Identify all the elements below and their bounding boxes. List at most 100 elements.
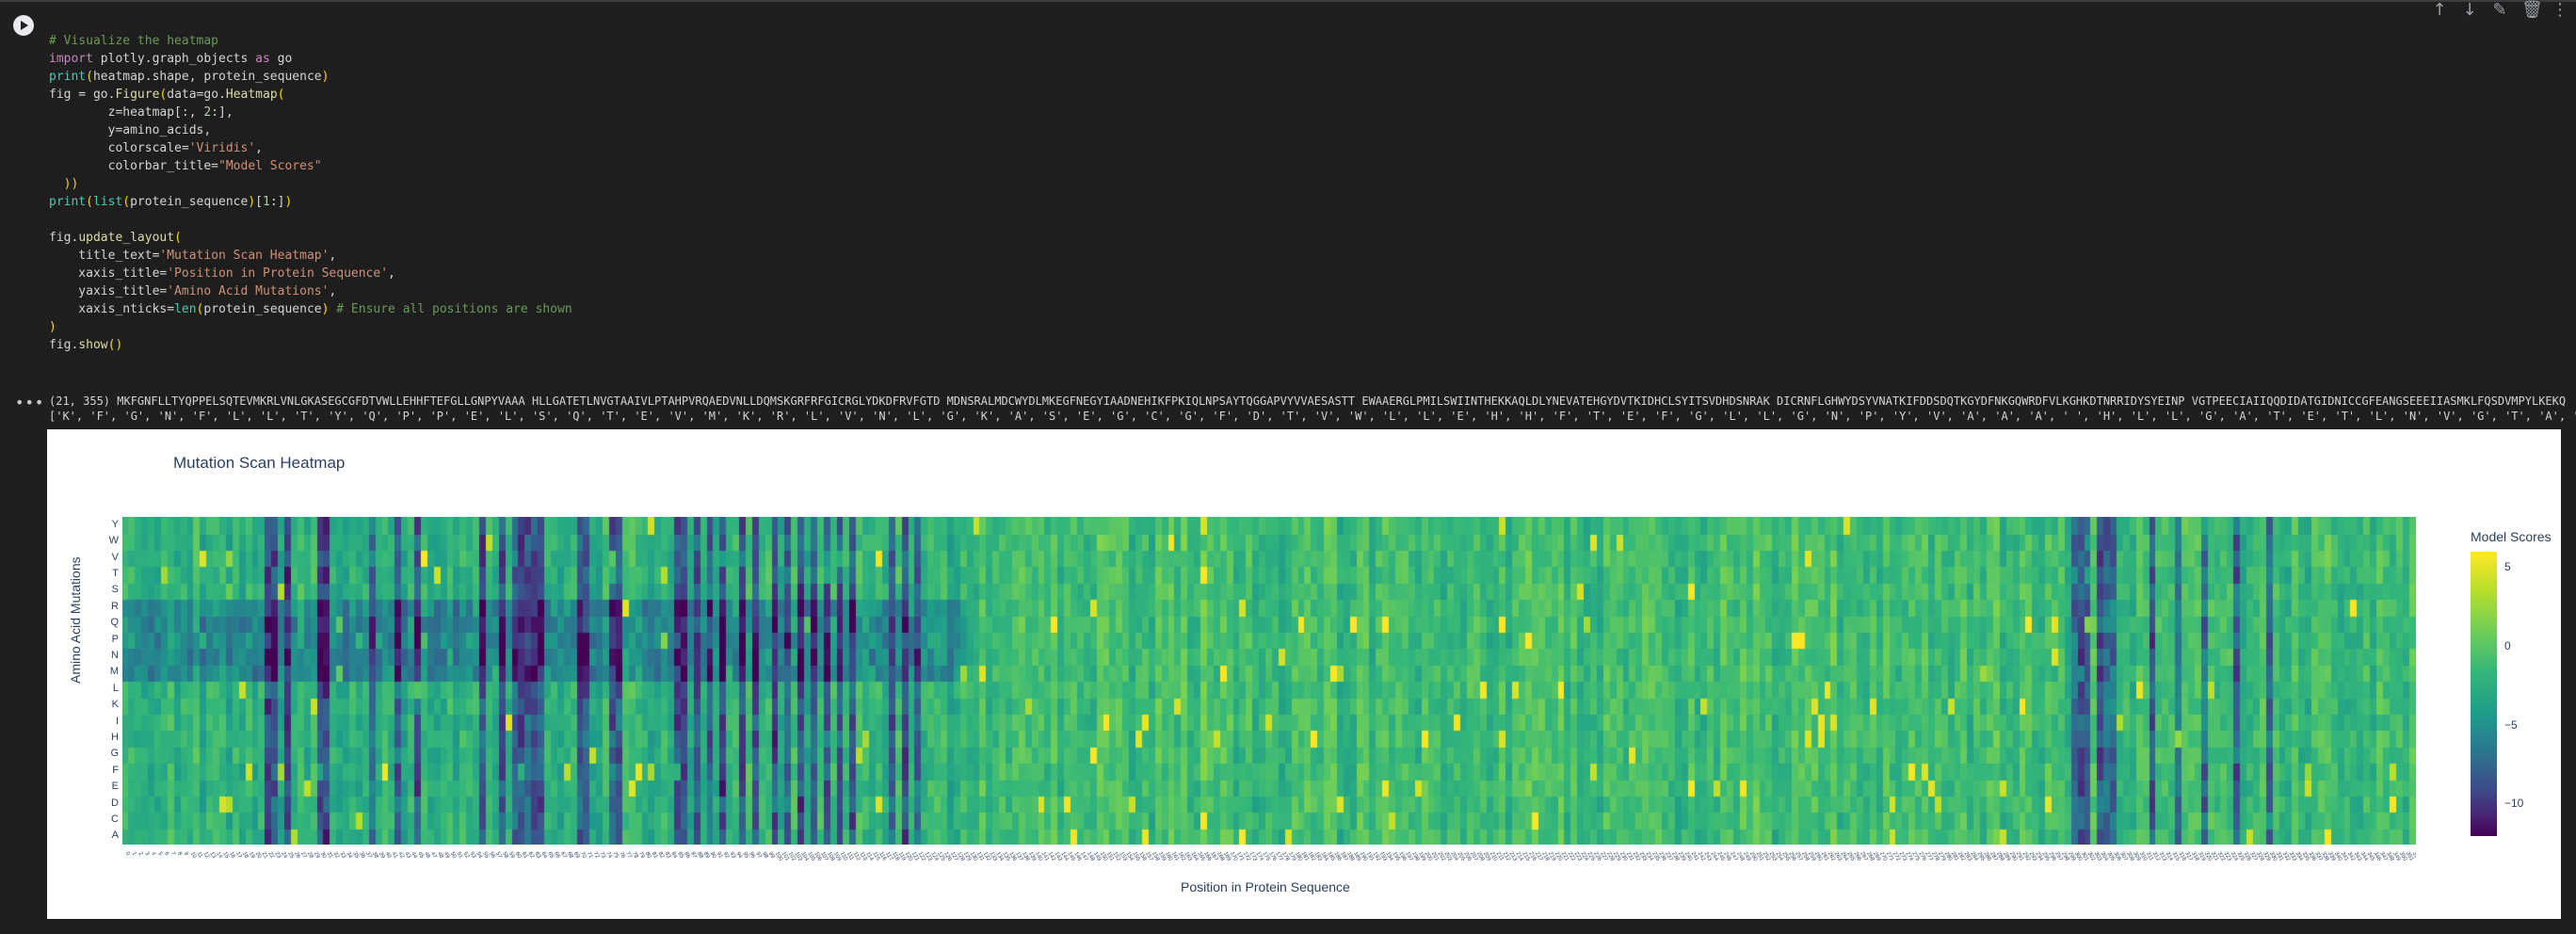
x-tick-label: 29 bbox=[313, 851, 321, 860]
y-tick-label: I bbox=[115, 715, 119, 727]
chart-title: Mutation Scan Heatmap bbox=[173, 454, 346, 472]
edit-pencil-icon[interactable]: ✎ bbox=[2491, 0, 2508, 20]
x-tick-label: 46 bbox=[423, 851, 431, 860]
x-tick-label: 69 bbox=[572, 851, 581, 860]
x-tick-label: 61 bbox=[521, 851, 529, 860]
x-tick-label: 0 bbox=[124, 851, 131, 857]
x-tick-label: 14 bbox=[215, 851, 223, 860]
x-tick-label: 77 bbox=[624, 851, 633, 860]
x-tick-label: 79 bbox=[637, 851, 646, 860]
x-tick-label: 92 bbox=[722, 851, 731, 860]
x-tick-label: 81 bbox=[651, 851, 659, 860]
output-gutter-icon[interactable]: ••• bbox=[15, 394, 44, 411]
x-tick-label: 40 bbox=[384, 851, 393, 860]
colorbar-tick-label: −10 bbox=[2504, 797, 2524, 811]
x-tick-label: 75 bbox=[611, 851, 620, 860]
y-tick-label: Y bbox=[111, 518, 119, 530]
x-tick-label: 66 bbox=[553, 851, 561, 860]
x-tick-label: 45 bbox=[416, 851, 425, 860]
x-tick-label: 58 bbox=[501, 851, 509, 860]
x-tick-label: 98 bbox=[761, 851, 769, 860]
x-tick-label: 82 bbox=[657, 851, 666, 860]
x-tick-label: 62 bbox=[527, 851, 536, 860]
y-tick-label: N bbox=[111, 649, 119, 661]
more-options-icon[interactable]: ⋮ bbox=[2552, 0, 2568, 20]
colorbar-tick-label: 5 bbox=[2504, 559, 2511, 573]
x-tick-label: 18 bbox=[241, 851, 250, 860]
x-tick-label: 10 bbox=[189, 851, 198, 860]
x-tick-label: 63 bbox=[533, 851, 541, 860]
x-tick-label: 15 bbox=[221, 851, 230, 860]
x-tick-label: 2 bbox=[137, 851, 144, 857]
move-down-icon[interactable]: ↓ bbox=[2461, 0, 2478, 20]
x-tick-label: 72 bbox=[592, 851, 601, 860]
colorbar-tick-label: −5 bbox=[2504, 717, 2518, 732]
x-tick-label: 54 bbox=[475, 851, 483, 860]
x-tick-label: 3 bbox=[143, 851, 150, 857]
x-tick-label: 52 bbox=[462, 851, 471, 860]
x-tick-label: 97 bbox=[754, 851, 763, 860]
x-tick-label: 57 bbox=[494, 851, 503, 860]
x-tick-label: 83 bbox=[663, 851, 671, 860]
heatmap-cells[interactable] bbox=[122, 517, 2416, 845]
output-line-list: ['K', 'F', 'G', 'N', 'F', 'L', 'L', 'T',… bbox=[49, 410, 2576, 423]
y-tick-label: F bbox=[112, 764, 119, 776]
x-tick-label: 7 bbox=[169, 851, 176, 857]
x-tick-label: 60 bbox=[514, 851, 523, 860]
x-tick-label: 4 bbox=[150, 851, 156, 857]
x-tick-label: 67 bbox=[559, 851, 568, 860]
x-tick-label: 6 bbox=[163, 851, 169, 857]
x-tick-label: 13 bbox=[208, 851, 217, 860]
x-tick-label: 88 bbox=[696, 851, 704, 860]
x-tick-label: 34 bbox=[345, 851, 353, 860]
y-tick-label: R bbox=[111, 600, 119, 612]
x-axis-ticks: 0 1 2 3 4 5 6 7 8 9 101112131415161718192021222324… bbox=[124, 851, 2416, 862]
x-tick-label: 42 bbox=[397, 851, 406, 860]
delete-trash-icon[interactable]: 🗑 bbox=[2521, 0, 2543, 20]
x-tick-label: 94 bbox=[734, 851, 743, 860]
x-tick-label: 20 bbox=[254, 851, 263, 860]
code-text[interactable]: # Visualize the heatmap import plotly.gr… bbox=[49, 32, 572, 354]
y-tick-label: A bbox=[111, 829, 119, 842]
x-tick-label: 9 bbox=[183, 851, 189, 857]
x-tick-label: 93 bbox=[728, 851, 736, 860]
x-tick-label: 74 bbox=[604, 851, 613, 860]
code-editor[interactable]: # Visualize the heatmap import plotly.gr… bbox=[49, 32, 2553, 371]
x-tick-label: 84 bbox=[669, 851, 678, 860]
x-tick-label: 36 bbox=[358, 851, 366, 860]
x-tick-label: 22 bbox=[267, 851, 276, 860]
colorbar bbox=[2471, 552, 2497, 836]
x-tick-label: 86 bbox=[683, 851, 691, 860]
x-tick-label: 27 bbox=[299, 851, 308, 860]
y-tick-label: T bbox=[112, 567, 119, 579]
x-tick-label: 87 bbox=[689, 851, 698, 860]
x-tick-label: 48 bbox=[436, 851, 444, 860]
x-tick-label: 59 bbox=[507, 851, 516, 860]
x-tick-label: 90 bbox=[709, 851, 717, 860]
y-tick-label: D bbox=[111, 797, 119, 809]
run-cell-button[interactable] bbox=[13, 15, 34, 36]
y-tick-label: C bbox=[111, 813, 119, 825]
y-tick-label: W bbox=[108, 535, 119, 547]
x-tick-label: 43 bbox=[403, 851, 411, 860]
y-tick-label: K bbox=[111, 699, 119, 711]
x-tick-label: 19 bbox=[248, 851, 256, 860]
x-tick-label: 41 bbox=[391, 851, 399, 860]
x-axis-label: Position in Protein Sequence bbox=[1181, 879, 1350, 894]
x-tick-label: 38 bbox=[371, 851, 379, 860]
x-tick-label: 23 bbox=[273, 851, 282, 860]
x-tick-label: 56 bbox=[488, 851, 496, 860]
x-tick-label: 1 bbox=[131, 851, 137, 857]
y-axis-label: Amino Acid Mutations bbox=[68, 556, 83, 684]
cell-border bbox=[0, 0, 2576, 2]
x-tick-label: 76 bbox=[618, 851, 626, 860]
x-tick-label: 32 bbox=[332, 851, 341, 860]
x-tick-label: 50 bbox=[449, 851, 458, 860]
x-tick-label: 68 bbox=[566, 851, 574, 860]
x-tick-label: 47 bbox=[429, 851, 438, 860]
x-tick-label: 5 bbox=[156, 851, 163, 857]
x-tick-label: 11 bbox=[196, 851, 204, 860]
x-tick-label: 51 bbox=[456, 851, 464, 860]
x-tick-label: 28 bbox=[306, 851, 314, 860]
move-up-icon[interactable]: ↑ bbox=[2431, 0, 2448, 20]
